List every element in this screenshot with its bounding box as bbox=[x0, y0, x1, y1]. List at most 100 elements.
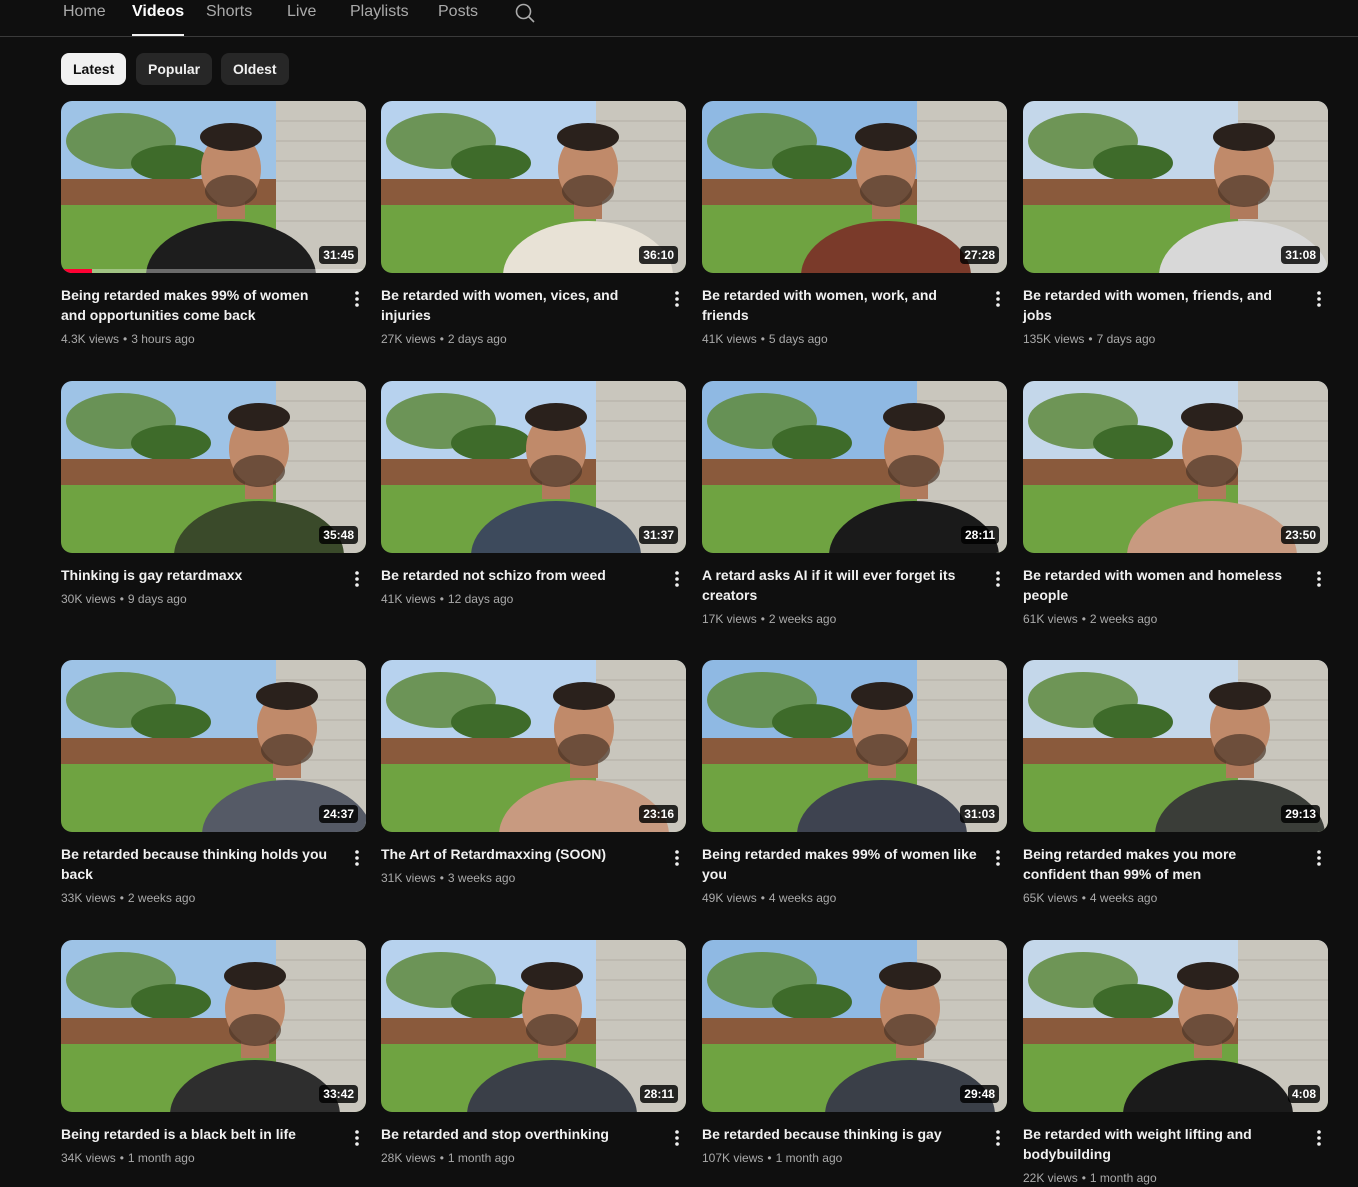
more-options-icon[interactable] bbox=[1309, 1128, 1329, 1148]
video-meta: 30K views • 9 days ago bbox=[61, 590, 187, 608]
search-icon[interactable] bbox=[514, 2, 536, 24]
video-card[interactable]: 29:48 Be retarded because thinking is gay… bbox=[702, 940, 1007, 1165]
video-thumbnail[interactable]: 31:08 bbox=[1023, 101, 1328, 273]
video-title[interactable]: Being retarded is a black belt in life bbox=[61, 1124, 336, 1144]
video-duration: 29:13 bbox=[1281, 805, 1320, 823]
video-card[interactable]: 27:28 Be retarded with women, work, and f… bbox=[702, 101, 1007, 346]
channel-tab-bar: Home Videos Shorts Live Playlists Posts bbox=[0, 0, 1358, 37]
video-thumbnail[interactable]: 28:11 bbox=[381, 940, 686, 1112]
video-thumbnail[interactable]: 23:16 bbox=[381, 660, 686, 832]
video-thumbnail[interactable]: 23:50 bbox=[1023, 381, 1328, 553]
video-thumbnail[interactable]: 36:10 bbox=[381, 101, 686, 273]
view-count: 31K views bbox=[381, 871, 436, 885]
video-thumbnail[interactable]: 31:45 bbox=[61, 101, 366, 273]
more-options-icon[interactable] bbox=[1309, 569, 1329, 589]
video-duration: 4:08 bbox=[1287, 1085, 1320, 1103]
video-card[interactable]: 23:16 The Art of Retardmaxxing (SOON) 31K … bbox=[381, 660, 686, 885]
more-options-icon[interactable] bbox=[347, 1128, 367, 1148]
more-options-icon[interactable] bbox=[988, 1128, 1008, 1148]
upload-age: 1 month ago bbox=[1089, 1171, 1157, 1185]
upload-age: 4 weeks ago bbox=[1089, 891, 1158, 905]
tab-posts[interactable]: Posts bbox=[438, 3, 478, 29]
more-options-icon[interactable] bbox=[988, 289, 1008, 309]
more-options-icon[interactable] bbox=[347, 289, 367, 309]
video-thumbnail[interactable]: 27:28 bbox=[702, 101, 1007, 273]
video-card[interactable]: 24:37 Be retarded because thinking holds … bbox=[61, 660, 366, 905]
view-count: 49K views bbox=[702, 891, 757, 905]
video-card[interactable]: 28:11 A retard asks AI if it will ever fo… bbox=[702, 381, 1007, 626]
video-title[interactable]: Be retarded not schizo from weed bbox=[381, 565, 656, 585]
video-title[interactable]: Thinking is gay retardmaxx bbox=[61, 565, 336, 585]
video-title[interactable]: Be retarded with women, vices, and injur… bbox=[381, 285, 656, 325]
more-options-icon[interactable] bbox=[1309, 289, 1329, 309]
video-thumbnail[interactable]: 33:42 bbox=[61, 940, 366, 1112]
chip-latest[interactable]: Latest bbox=[61, 53, 127, 85]
view-count: 22K views bbox=[1023, 1171, 1078, 1185]
video-duration: 36:10 bbox=[639, 246, 678, 264]
video-card[interactable]: 31:37 Be retarded not schizo from weed 41K… bbox=[381, 381, 686, 606]
video-title[interactable]: Be retarded with women, work, and friend… bbox=[702, 285, 977, 325]
more-options-icon[interactable] bbox=[347, 848, 367, 868]
video-title[interactable]: Be retarded because thinking holds you b… bbox=[61, 844, 336, 884]
meta-separator: • bbox=[760, 612, 765, 626]
upload-age: 3 hours ago bbox=[131, 332, 195, 346]
tab-videos[interactable]: Videos bbox=[132, 3, 185, 36]
meta-separator: • bbox=[760, 332, 765, 346]
video-card[interactable]: 31:45 Being retarded makes 99% of women a… bbox=[61, 101, 366, 346]
tab-shorts[interactable]: Shorts bbox=[206, 3, 252, 29]
view-count: 33K views bbox=[61, 891, 116, 905]
video-card[interactable]: 31:08 Be retarded with women, friends, an… bbox=[1023, 101, 1328, 346]
video-thumbnail[interactable]: 4:08 bbox=[1023, 940, 1328, 1112]
video-title[interactable]: Be retarded with women, friends, and job… bbox=[1023, 285, 1298, 325]
video-duration: 24:37 bbox=[319, 805, 358, 823]
chip-oldest[interactable]: Oldest bbox=[221, 53, 289, 85]
video-duration: 31:03 bbox=[960, 805, 999, 823]
video-card[interactable]: 36:10 Be retarded with women, vices, and … bbox=[381, 101, 686, 346]
video-title[interactable]: Be retarded and stop overthinking bbox=[381, 1124, 656, 1144]
video-thumbnail[interactable]: 31:03 bbox=[702, 660, 1007, 832]
video-card[interactable]: 31:03 Being retarded makes 99% of women l… bbox=[702, 660, 1007, 905]
video-card[interactable]: 29:13 Being retarded makes you more confi… bbox=[1023, 660, 1328, 905]
video-card[interactable]: 23:50 Be retarded with women and homeless… bbox=[1023, 381, 1328, 626]
video-thumbnail[interactable]: 29:13 bbox=[1023, 660, 1328, 832]
video-title[interactable]: Being retarded makes you more confident … bbox=[1023, 844, 1298, 884]
tab-playlists[interactable]: Playlists bbox=[350, 3, 409, 29]
tab-live[interactable]: Live bbox=[287, 3, 316, 29]
video-title[interactable]: Being retarded makes 99% of women like y… bbox=[702, 844, 977, 884]
video-card[interactable]: 33:42 Being retarded is a black belt in l… bbox=[61, 940, 366, 1165]
more-options-icon[interactable] bbox=[667, 848, 687, 868]
more-options-icon[interactable] bbox=[347, 569, 367, 589]
upload-age: 1 month ago bbox=[447, 1151, 515, 1165]
view-count: 61K views bbox=[1023, 612, 1078, 626]
more-options-icon[interactable] bbox=[1309, 848, 1329, 868]
watch-progress-fill bbox=[61, 269, 92, 273]
video-title[interactable]: Be retarded because thinking is gay bbox=[702, 1124, 977, 1144]
video-thumbnail[interactable]: 28:11 bbox=[702, 381, 1007, 553]
more-options-icon[interactable] bbox=[667, 1128, 687, 1148]
video-title[interactable]: The Art of Retardmaxxing (SOON) bbox=[381, 844, 656, 864]
video-duration: 28:11 bbox=[639, 1085, 678, 1103]
more-options-icon[interactable] bbox=[988, 848, 1008, 868]
video-thumbnail[interactable]: 24:37 bbox=[61, 660, 366, 832]
video-title[interactable]: Be retarded with weight lifting and body… bbox=[1023, 1124, 1298, 1164]
video-duration: 23:16 bbox=[639, 805, 678, 823]
chip-popular[interactable]: Popular bbox=[136, 53, 213, 85]
view-count: 34K views bbox=[61, 1151, 116, 1165]
video-card[interactable]: 4:08 Be retarded with weight lifting and … bbox=[1023, 940, 1328, 1185]
video-card[interactable]: 28:11 Be retarded and stop overthinking 28… bbox=[381, 940, 686, 1165]
video-title[interactable]: Being retarded makes 99% of women and op… bbox=[61, 285, 336, 325]
video-meta: 41K views • 5 days ago bbox=[702, 330, 828, 348]
video-thumbnail[interactable]: 29:48 bbox=[702, 940, 1007, 1112]
video-title[interactable]: Be retarded with women and homeless peop… bbox=[1023, 565, 1298, 605]
video-meta: 33K views • 2 weeks ago bbox=[61, 889, 195, 907]
video-title[interactable]: A retard asks AI if it will ever forget … bbox=[702, 565, 977, 605]
meta-separator: • bbox=[439, 871, 444, 885]
more-options-icon[interactable] bbox=[667, 289, 687, 309]
video-card[interactable]: 35:48 Thinking is gay retardmaxx 30K views… bbox=[61, 381, 366, 606]
tab-home[interactable]: Home bbox=[63, 3, 106, 29]
video-duration: 31:37 bbox=[639, 526, 678, 544]
video-thumbnail[interactable]: 31:37 bbox=[381, 381, 686, 553]
video-thumbnail[interactable]: 35:48 bbox=[61, 381, 366, 553]
more-options-icon[interactable] bbox=[988, 569, 1008, 589]
more-options-icon[interactable] bbox=[667, 569, 687, 589]
